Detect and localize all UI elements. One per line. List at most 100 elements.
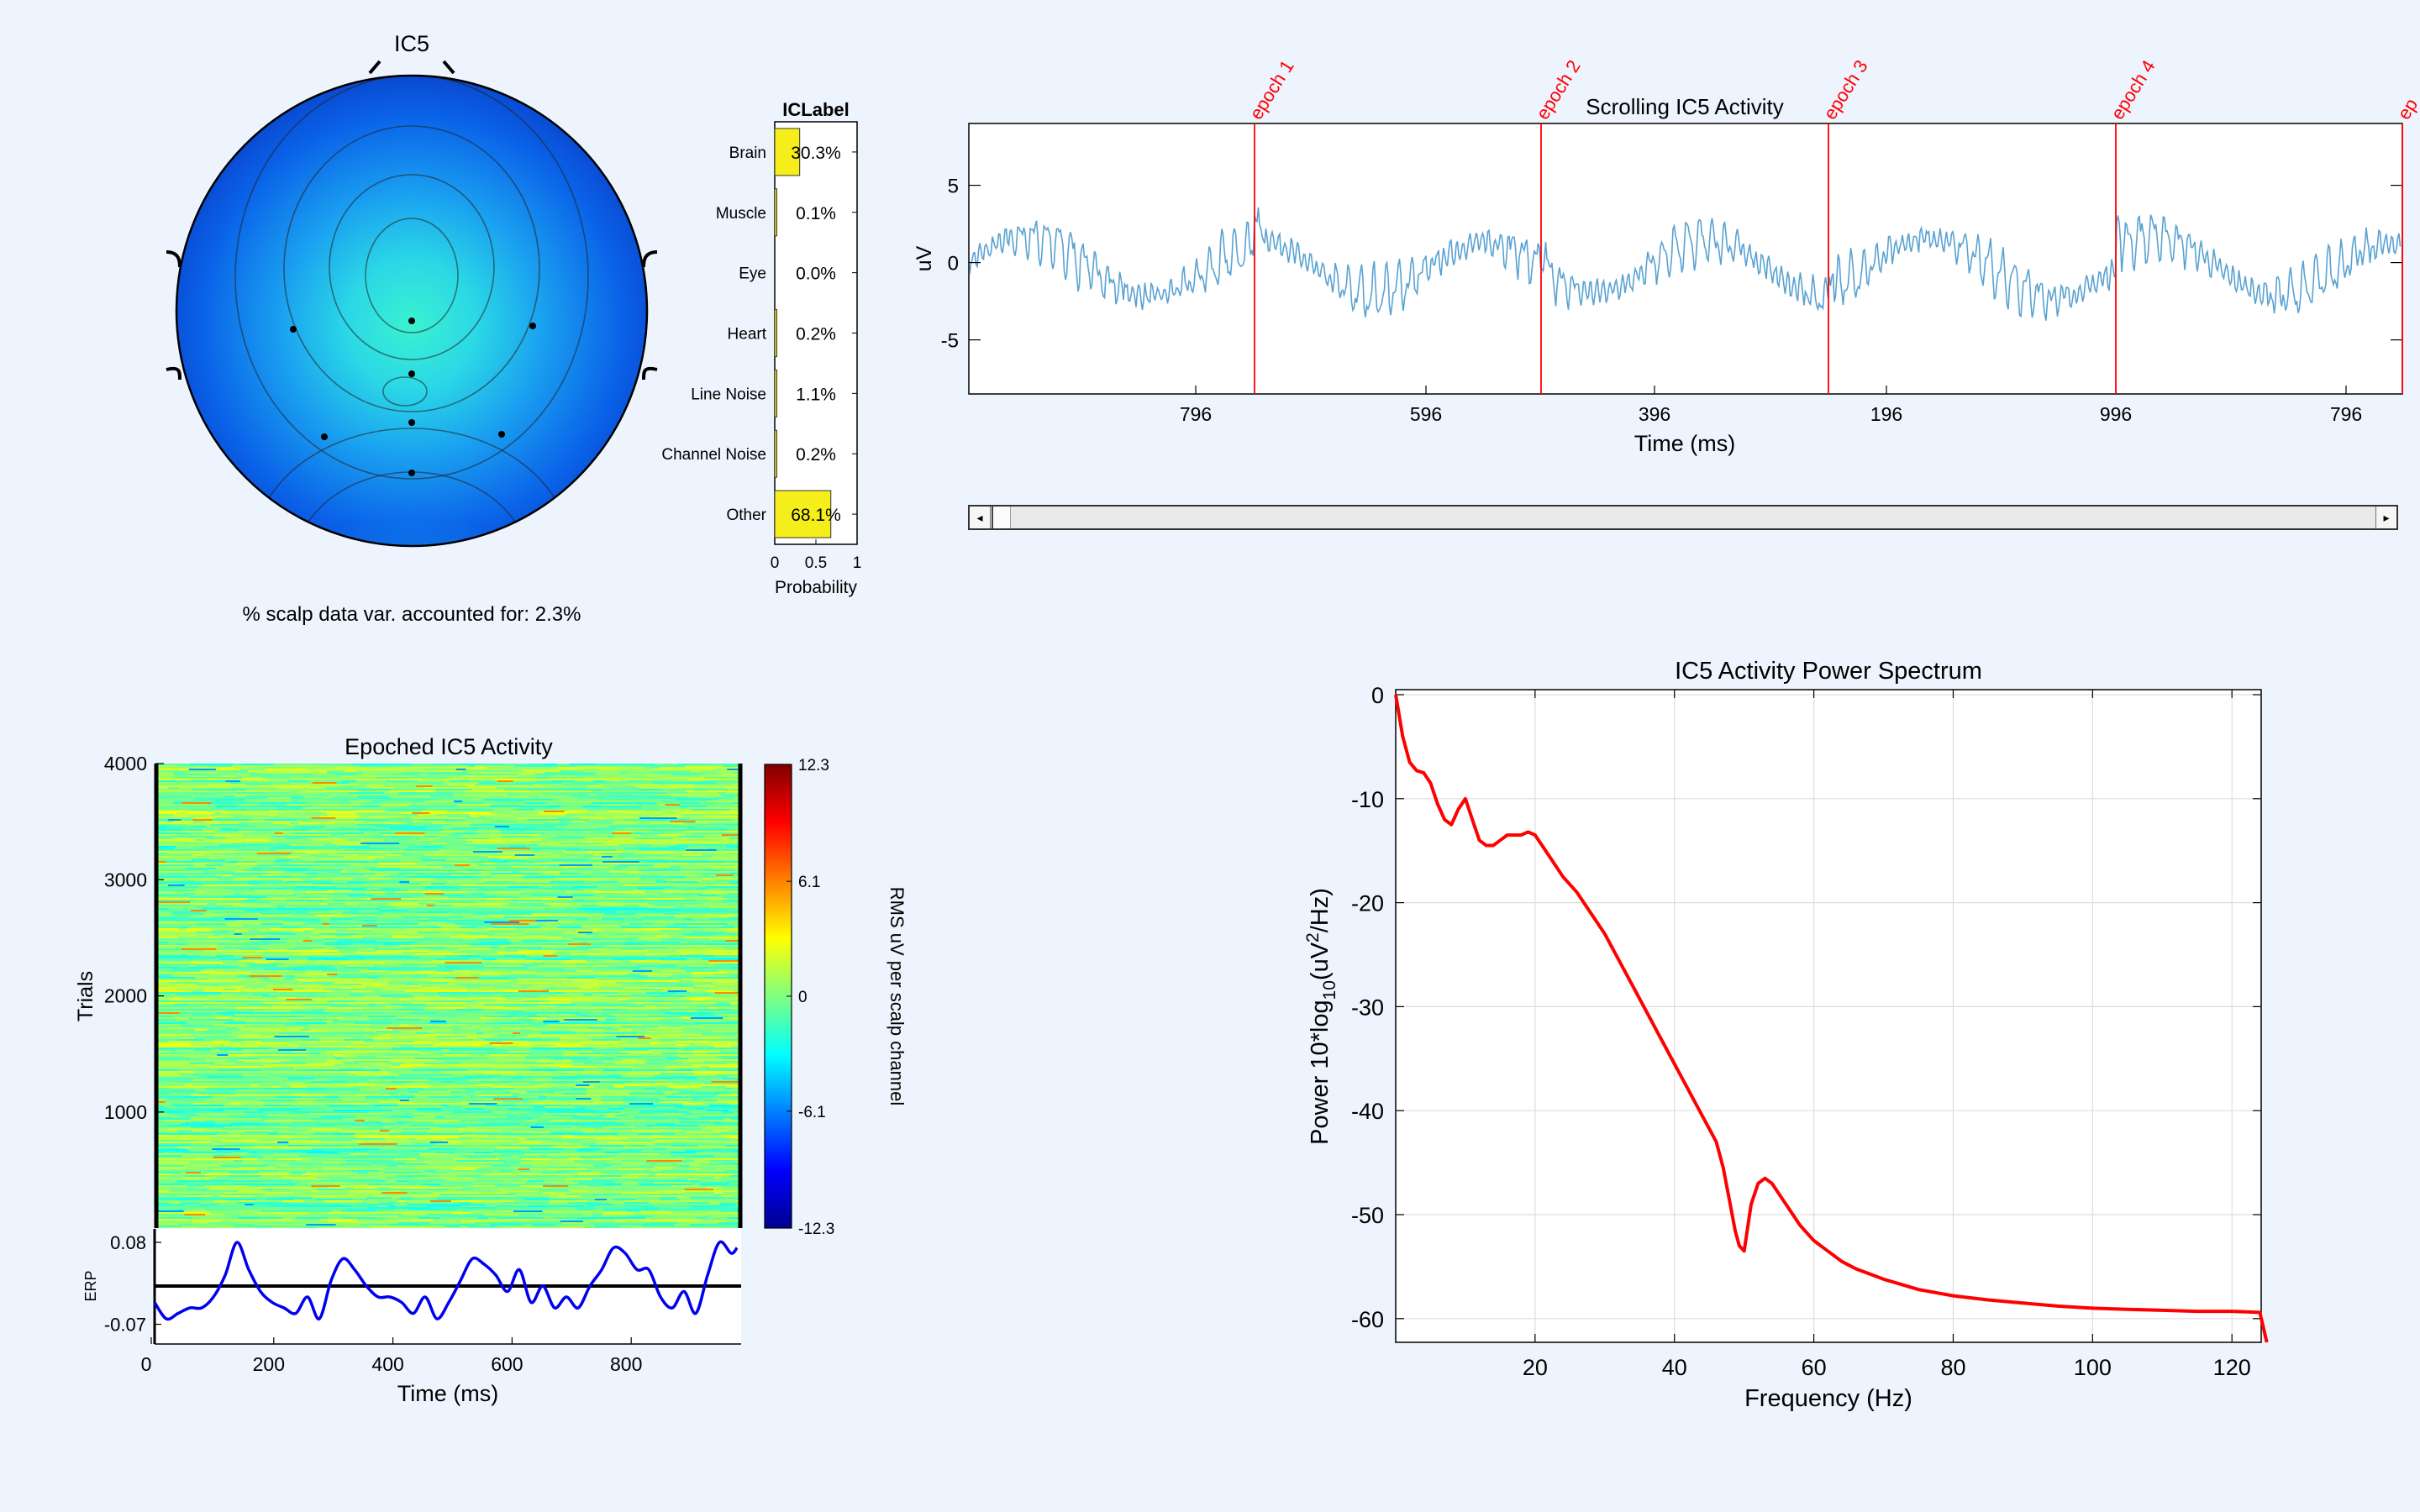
- heatmap-cell: [333, 883, 345, 885]
- heatmap-cell: [618, 878, 640, 880]
- heatmap-cell: [169, 985, 203, 988]
- heatmap-cell: [641, 806, 663, 808]
- heatmap-cell: [414, 942, 423, 944]
- heatmap-cell: [561, 937, 597, 939]
- heatmap-cell: [305, 962, 340, 964]
- heatmap-cell: [476, 883, 504, 885]
- heatmap-cell: [319, 903, 329, 906]
- heatmap-cell: [436, 908, 474, 911]
- heatmap-cell: [657, 816, 674, 818]
- heatmap-cell: [327, 921, 350, 924]
- heatmap-cell: [157, 837, 174, 840]
- heatmap-cell: [342, 879, 378, 882]
- heatmap-cell: [304, 846, 341, 848]
- heatmap-cell: [336, 940, 376, 942]
- heatmap-cell: [357, 804, 386, 806]
- heatmap-cell: [352, 1069, 381, 1072]
- heatmap-cell: [431, 947, 445, 949]
- heatmap-cell: [497, 1069, 513, 1072]
- heatmap-cell: [612, 792, 643, 795]
- heatmap-cell: [475, 844, 511, 847]
- heatmap-cell: [729, 775, 740, 778]
- heatmap-cell: [618, 834, 642, 837]
- heatmap-cell: [721, 1024, 740, 1026]
- heatmap-cell: [477, 831, 493, 833]
- heatmap-cell: [463, 895, 498, 897]
- heatmap-cell: [405, 935, 433, 937]
- heatmap-cell: [553, 974, 570, 976]
- heatmap-cell: [679, 901, 687, 904]
- heatmap-cell: [488, 930, 523, 932]
- heatmap-cell: [269, 994, 281, 996]
- heatmap-cell: [546, 1007, 565, 1010]
- heatmap-cell: [528, 1016, 550, 1018]
- heatmap-cell: [574, 785, 588, 788]
- heatmap-cell: [459, 1039, 475, 1042]
- heatmap-cell: [194, 817, 218, 820]
- heatmap-cell: [157, 969, 173, 971]
- heatmap-cell: [610, 777, 618, 780]
- heatmap-cell: [618, 1000, 653, 1003]
- heatmap-cell: [157, 772, 173, 774]
- heatmap-cell: [521, 1022, 544, 1025]
- heatmap-cell: [716, 885, 740, 887]
- heatmap-cell: [157, 831, 167, 833]
- heatmap-cell: [506, 1061, 537, 1063]
- heatmap-cell: [325, 1041, 335, 1043]
- heatmap-cell: [371, 928, 408, 931]
- heatmap-cell: [320, 827, 340, 830]
- heatmap-cell: [607, 953, 647, 956]
- heatmap-cell: [674, 1032, 702, 1035]
- heatmap-cell: [370, 921, 394, 924]
- heatmap-cell: [568, 809, 587, 811]
- heatmap-cell: [503, 883, 534, 885]
- heatmap-cell: [654, 824, 675, 827]
- heatmap-cell: [346, 1047, 357, 1050]
- heatmap-cell: [318, 858, 332, 860]
- heatmap-cell: [345, 903, 360, 906]
- heatmap-cell: [349, 1073, 364, 1075]
- heatmap-cell: [329, 916, 355, 919]
- heatmap-cell: [484, 886, 509, 889]
- heatmap-cell: [343, 1039, 360, 1042]
- heatmap-cell: [458, 940, 471, 942]
- heatmap-cell: [266, 896, 301, 899]
- heatmap-cell: [194, 923, 227, 926]
- heatmap-cell: [363, 874, 375, 877]
- heatmap-cell: [501, 957, 512, 959]
- heatmap-cell: [292, 930, 306, 932]
- heatmap-cell: [552, 1074, 578, 1077]
- heatmap-cell: [702, 958, 720, 961]
- heatmap-cell: [364, 1059, 396, 1062]
- heatmap-cell: [647, 975, 671, 978]
- heatmap-cell: [495, 868, 530, 870]
- heatmap-cell: [513, 1042, 537, 1045]
- iclabel-bar: [774, 429, 777, 478]
- heatmap-cell: [594, 903, 612, 906]
- heatmap-cell: [256, 900, 287, 902]
- heatmap-cell: [259, 881, 276, 884]
- heatmap-cell: [511, 1078, 523, 1080]
- heatmap-cell: [278, 1004, 304, 1006]
- heatmap-cell: [473, 913, 513, 916]
- heatmap-cell: [373, 827, 391, 830]
- heatmap-cell: [198, 995, 229, 998]
- heatmap-cell: [555, 826, 583, 828]
- heatmap-cell: [341, 785, 367, 788]
- heatmap-cell: [455, 795, 466, 798]
- heatmap-cell: [253, 1074, 269, 1077]
- heatmap-cell: [195, 1068, 234, 1070]
- heatmap-cell: [258, 876, 293, 879]
- heatmap-cell: [480, 900, 493, 902]
- heatmap-cell: [429, 1069, 468, 1072]
- heatmap-cell: [681, 928, 720, 931]
- heatmap-cell: [234, 804, 258, 806]
- heatmap-cell: [363, 932, 380, 934]
- iclabel-bar: [774, 188, 777, 237]
- heatmap-cell: [547, 821, 560, 823]
- heatmap-cell: [614, 831, 651, 833]
- heatmap-cell: [704, 777, 731, 780]
- heatmap-cell: [407, 831, 439, 833]
- heatmap-cell: [239, 785, 257, 788]
- heatmap-cell: [468, 869, 483, 872]
